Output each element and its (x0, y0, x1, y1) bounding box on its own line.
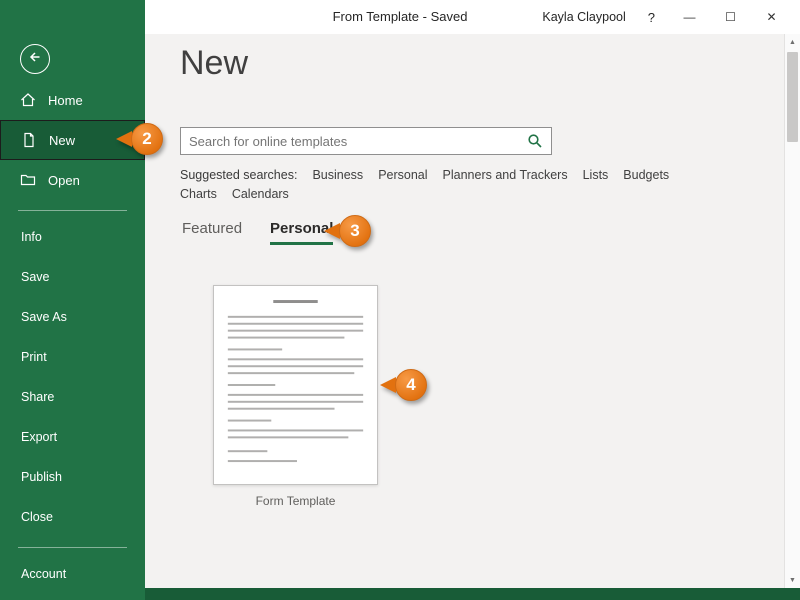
callout-number: 3 (339, 215, 371, 247)
callout-number: 4 (395, 369, 427, 401)
new-document-icon (21, 132, 37, 148)
sidebar-item-print[interactable]: Print (0, 337, 145, 377)
sidebar-item-account[interactable]: Account (0, 554, 145, 594)
back-button[interactable] (20, 44, 50, 74)
template-thumbnail-form-template[interactable] (213, 285, 378, 485)
suggested-link-budgets[interactable]: Budgets (623, 166, 669, 185)
suggested-link-planners[interactable]: Planners and Trackers (443, 166, 568, 185)
sidebar-item-label: Open (48, 173, 80, 188)
sidebar-item-label: New (49, 133, 75, 148)
search-button[interactable] (519, 128, 551, 154)
sidebar-item-save-as[interactable]: Save As (0, 297, 145, 337)
suggested-label: Suggested searches: (180, 166, 297, 185)
sidebar-nav: Home New Open Info Save Save As Print Sh… (0, 80, 145, 594)
suggested-link-charts[interactable]: Charts (180, 185, 217, 204)
scrollbar-thumb[interactable] (787, 52, 798, 142)
callout-pointer (380, 377, 396, 393)
template-name: Form Template (213, 494, 378, 508)
app-window: From Template - Saved Kayla Claypool ? —… (0, 0, 800, 600)
sidebar-item-share[interactable]: Share (0, 377, 145, 417)
suggested-link-calendars[interactable]: Calendars (232, 185, 289, 204)
backstage-sidebar: Home New Open Info Save Save As Print Sh… (0, 0, 145, 600)
sidebar-divider (18, 547, 127, 548)
callout-badge-3: 3 (324, 215, 371, 247)
sidebar-item-label: Home (48, 93, 83, 108)
sidebar-item-save[interactable]: Save (0, 257, 145, 297)
back-arrow-icon (27, 49, 43, 70)
callout-pointer (324, 223, 340, 239)
status-bar (145, 588, 800, 600)
sidebar-item-home[interactable]: Home (0, 80, 145, 120)
search-icon (527, 133, 543, 149)
help-button[interactable]: ? (648, 10, 655, 25)
titlebar: From Template - Saved Kayla Claypool ? —… (145, 0, 800, 34)
suggested-link-lists[interactable]: Lists (583, 166, 609, 185)
scroll-up-icon[interactable]: ▲ (785, 34, 800, 50)
callout-pointer (116, 131, 132, 147)
backstage-content: New Suggested searches: Business Persona… (145, 34, 800, 588)
close-button[interactable]: ✕ (751, 0, 792, 34)
callout-badge-4: 4 (380, 369, 427, 401)
home-icon (20, 92, 36, 108)
sidebar-item-info[interactable]: Info (0, 217, 145, 257)
scrollbar[interactable]: ▲ ▼ (784, 34, 800, 588)
suggested-link-business[interactable]: Business (312, 166, 363, 185)
callout-number: 2 (131, 123, 163, 155)
sidebar-divider (18, 210, 127, 211)
tab-featured[interactable]: Featured (182, 220, 242, 245)
maximize-button[interactable]: ☐ (710, 0, 751, 34)
template-tabs: Featured Personal (182, 220, 333, 245)
titlebar-controls: Kayla Claypool ? — ☐ ✕ (542, 0, 800, 34)
callout-badge-2: 2 (116, 123, 163, 155)
user-name[interactable]: Kayla Claypool (542, 10, 625, 24)
sidebar-item-publish[interactable]: Publish (0, 457, 145, 497)
suggested-link-personal[interactable]: Personal (378, 166, 427, 185)
minimize-button[interactable]: — (669, 0, 710, 34)
window-title: From Template - Saved (333, 0, 468, 34)
open-folder-icon (20, 172, 36, 188)
scroll-down-icon[interactable]: ▼ (785, 572, 800, 588)
page-title: New (180, 44, 248, 83)
template-search-box (180, 127, 552, 155)
sidebar-item-open[interactable]: Open (0, 160, 145, 200)
document-preview-icon (214, 286, 377, 484)
suggested-searches: Suggested searches: Business Personal Pl… (180, 166, 700, 204)
search-input[interactable] (181, 134, 519, 149)
sidebar-item-close[interactable]: Close (0, 497, 145, 537)
sidebar-item-export[interactable]: Export (0, 417, 145, 457)
